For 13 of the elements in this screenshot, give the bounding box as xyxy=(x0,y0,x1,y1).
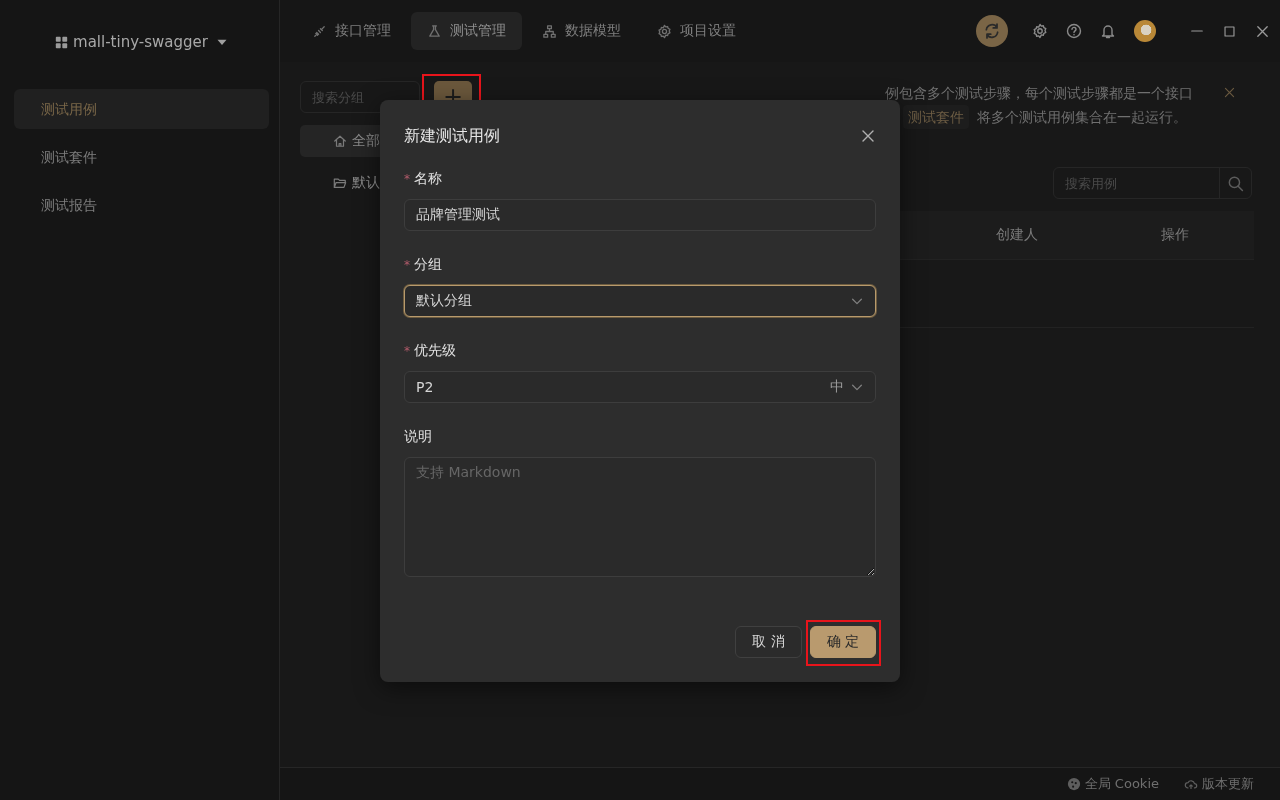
notice-text: 将多个测试用例集合在一起运行。 xyxy=(977,108,1187,127)
required-mark: * xyxy=(404,344,410,358)
required-mark: * xyxy=(404,258,410,272)
column-header: 创建人 xyxy=(995,225,1039,244)
notice-text: 例包含多个测试步骤，每个测试步骤都是一个接口 xyxy=(885,84,1194,103)
field-label: 分组 xyxy=(414,256,442,274)
required-mark: * xyxy=(404,172,410,186)
column-header: 操作 xyxy=(1160,225,1190,244)
field-label: 优先级 xyxy=(414,342,456,360)
field-label: 说明 xyxy=(404,428,432,446)
dialog-title: 新建测试用例 xyxy=(404,125,500,147)
field-label: 名称 xyxy=(414,170,442,188)
priority-label: 中 xyxy=(830,378,844,396)
